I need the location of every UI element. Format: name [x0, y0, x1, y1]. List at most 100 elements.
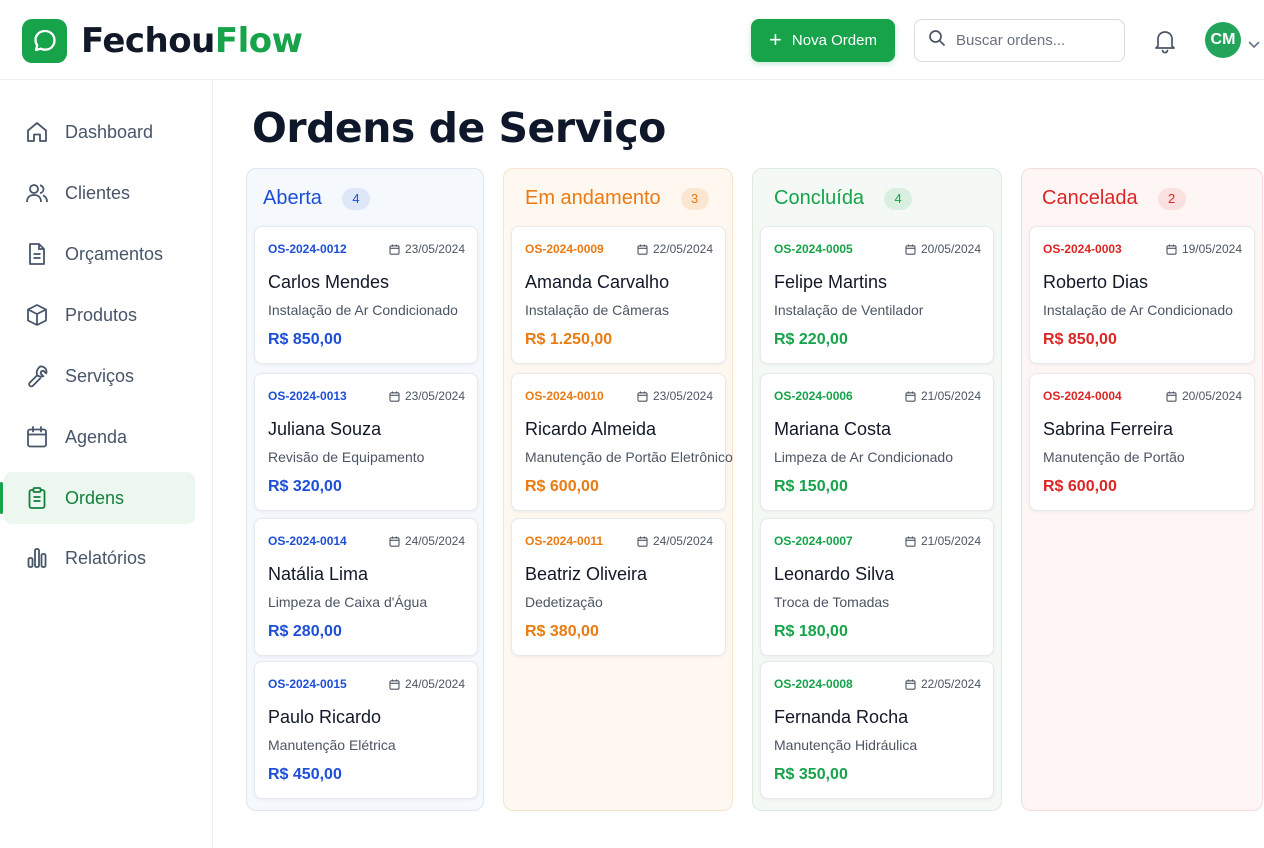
service-name: Manutenção Hidráulica [774, 737, 918, 753]
top-header: FechouFlow + Nova Ordem CM [0, 0, 1264, 80]
order-card[interactable]: OS-2024-0005 20/05/2024 Felipe Martins I… [760, 226, 994, 364]
order-card[interactable]: OS-2024-0008 22/05/2024 Fernanda Rocha M… [760, 661, 994, 799]
order-code: OS-2024-0005 [774, 242, 853, 256]
order-date-text: 24/05/2024 [404, 534, 465, 548]
sidebar-item-label: Clientes [65, 182, 131, 203]
kanban-column-concluida: Concluída 4 OS-2024-0005 20/05/2024 Feli… [752, 168, 1002, 811]
order-price: R$ 380,00 [525, 623, 599, 640]
order-code: OS-2024-0007 [774, 534, 853, 548]
order-price: R$ 600,00 [525, 478, 599, 495]
order-date: 21/05/2024 [905, 389, 981, 403]
sidebar-item-dashboard[interactable]: Dashboard [4, 106, 195, 158]
sidebar-item-produtos[interactable]: Produtos [4, 289, 195, 341]
sidebar: Dashboard Clientes Orçamentos Produtos S… [0, 80, 213, 848]
sidebar-item-relatorios[interactable]: Relatórios [4, 532, 195, 584]
client-name: Beatriz Oliveira [525, 564, 648, 584]
column-title: Em andamento [525, 187, 661, 209]
order-card[interactable]: OS-2024-0011 24/05/2024 Beatriz Oliveira… [511, 518, 726, 656]
order-code: OS-2024-0012 [268, 242, 347, 256]
service-name: Dedetização [525, 594, 603, 610]
kanban-column-em-andamento: Em andamento 3 OS-2024-0009 22/05/2024 A… [503, 168, 733, 811]
order-date: 24/05/2024 [637, 534, 713, 548]
order-date-text: 21/05/2024 [920, 534, 981, 548]
order-date: 24/05/2024 [389, 534, 465, 548]
search-box[interactable] [914, 19, 1125, 62]
bell-icon[interactable] [1153, 28, 1177, 59]
calendar-icon [389, 391, 400, 402]
column-header: Cancelada 2 [1042, 187, 1186, 210]
search-input[interactable] [956, 32, 1106, 49]
order-card[interactable]: OS-2024-0007 21/05/2024 Leonardo Silva T… [760, 518, 994, 656]
column-count-badge: 4 [884, 187, 913, 210]
order-date-text: 21/05/2024 [920, 389, 981, 403]
order-price: R$ 220,00 [774, 331, 848, 348]
sidebar-item-label: Relatórios [65, 547, 147, 568]
column-title: Aberta [263, 187, 322, 209]
sidebar-item-ordens[interactable]: Ordens [0, 472, 195, 524]
sidebar-item-clientes[interactable]: Clientes [4, 167, 195, 219]
sidebar-item-servicos[interactable]: Serviços [4, 350, 195, 402]
order-date: 22/05/2024 [905, 677, 981, 691]
order-date-text: 19/05/2024 [1181, 242, 1242, 256]
order-date-text: 20/05/2024 [920, 242, 981, 256]
logo[interactable]: FechouFlow [22, 19, 303, 63]
order-price: R$ 850,00 [268, 331, 342, 348]
order-card[interactable]: OS-2024-0003 19/05/2024 Roberto Dias Ins… [1029, 226, 1255, 364]
calendar-icon [389, 679, 400, 690]
order-card[interactable]: OS-2024-0009 22/05/2024 Amanda Carvalho … [511, 226, 726, 364]
client-name: Leonardo Silva [774, 564, 895, 584]
calendar-icon [905, 536, 916, 547]
client-name: Paulo Ricardo [268, 707, 382, 727]
calendar-icon [637, 536, 648, 547]
file-icon [24, 241, 50, 267]
bar-chart-icon [24, 545, 50, 571]
calendar-icon [905, 679, 916, 690]
order-card[interactable]: OS-2024-0015 24/05/2024 Paulo Ricardo Ma… [254, 661, 478, 799]
order-price: R$ 280,00 [268, 623, 342, 640]
sidebar-item-orcamentos[interactable]: Orçamentos [4, 228, 195, 280]
order-date: 20/05/2024 [1166, 389, 1242, 403]
order-date: 24/05/2024 [389, 677, 465, 691]
client-name: Carlos Mendes [268, 272, 390, 292]
column-count-badge: 3 [680, 187, 709, 210]
order-price: R$ 850,00 [1043, 331, 1117, 348]
order-card[interactable]: OS-2024-0012 23/05/2024 Carlos Mendes In… [254, 226, 478, 364]
wrench-icon [24, 363, 50, 389]
service-name: Troca de Tomadas [774, 594, 890, 610]
order-card[interactable]: OS-2024-0004 20/05/2024 Sabrina Ferreira… [1029, 373, 1255, 511]
client-name: Fernanda Rocha [774, 707, 909, 727]
sidebar-item-agenda[interactable]: Agenda [4, 411, 195, 463]
calendar-icon [389, 244, 400, 255]
order-date: 23/05/2024 [389, 389, 465, 403]
order-date-text: 23/05/2024 [652, 389, 713, 403]
order-card[interactable]: OS-2024-0013 23/05/2024 Juliana Souza Re… [254, 373, 478, 511]
chat-bubble-icon [22, 19, 67, 63]
order-card[interactable]: OS-2024-0010 23/05/2024 Ricardo Almeida … [511, 373, 733, 511]
client-name: Mariana Costa [774, 419, 892, 439]
order-price: R$ 150,00 [774, 478, 848, 495]
column-header: Em andamento 3 [525, 187, 709, 210]
order-card[interactable]: OS-2024-0014 24/05/2024 Natália Lima Lim… [254, 518, 478, 656]
client-name: Ricardo Almeida [525, 419, 657, 439]
order-code: OS-2024-0009 [525, 242, 604, 256]
order-date-text: 22/05/2024 [920, 677, 981, 691]
new-order-label: Nova Ordem [791, 32, 877, 49]
service-name: Revisão de Equipamento [268, 449, 425, 465]
column-header: Concluída 4 [774, 187, 913, 210]
new-order-button[interactable]: + Nova Ordem [751, 19, 895, 62]
chevron-down-icon[interactable] [1248, 36, 1260, 54]
page-title: Ordens de Serviço [252, 104, 666, 152]
order-date-text: 24/05/2024 [652, 534, 713, 548]
calendar-icon [905, 244, 916, 255]
client-name: Felipe Martins [774, 272, 888, 292]
order-card[interactable]: OS-2024-0006 21/05/2024 Mariana Costa Li… [760, 373, 994, 511]
calendar-icon [24, 424, 50, 450]
order-code: OS-2024-0008 [774, 677, 853, 691]
order-price: R$ 180,00 [774, 623, 848, 640]
plus-icon: + [769, 26, 782, 52]
avatar[interactable]: CM [1205, 22, 1241, 58]
sidebar-item-label: Agenda [65, 426, 128, 447]
calendar-icon [637, 244, 648, 255]
sidebar-item-label: Serviços [65, 365, 135, 386]
service-name: Limpeza de Caixa d'Água [268, 594, 428, 610]
